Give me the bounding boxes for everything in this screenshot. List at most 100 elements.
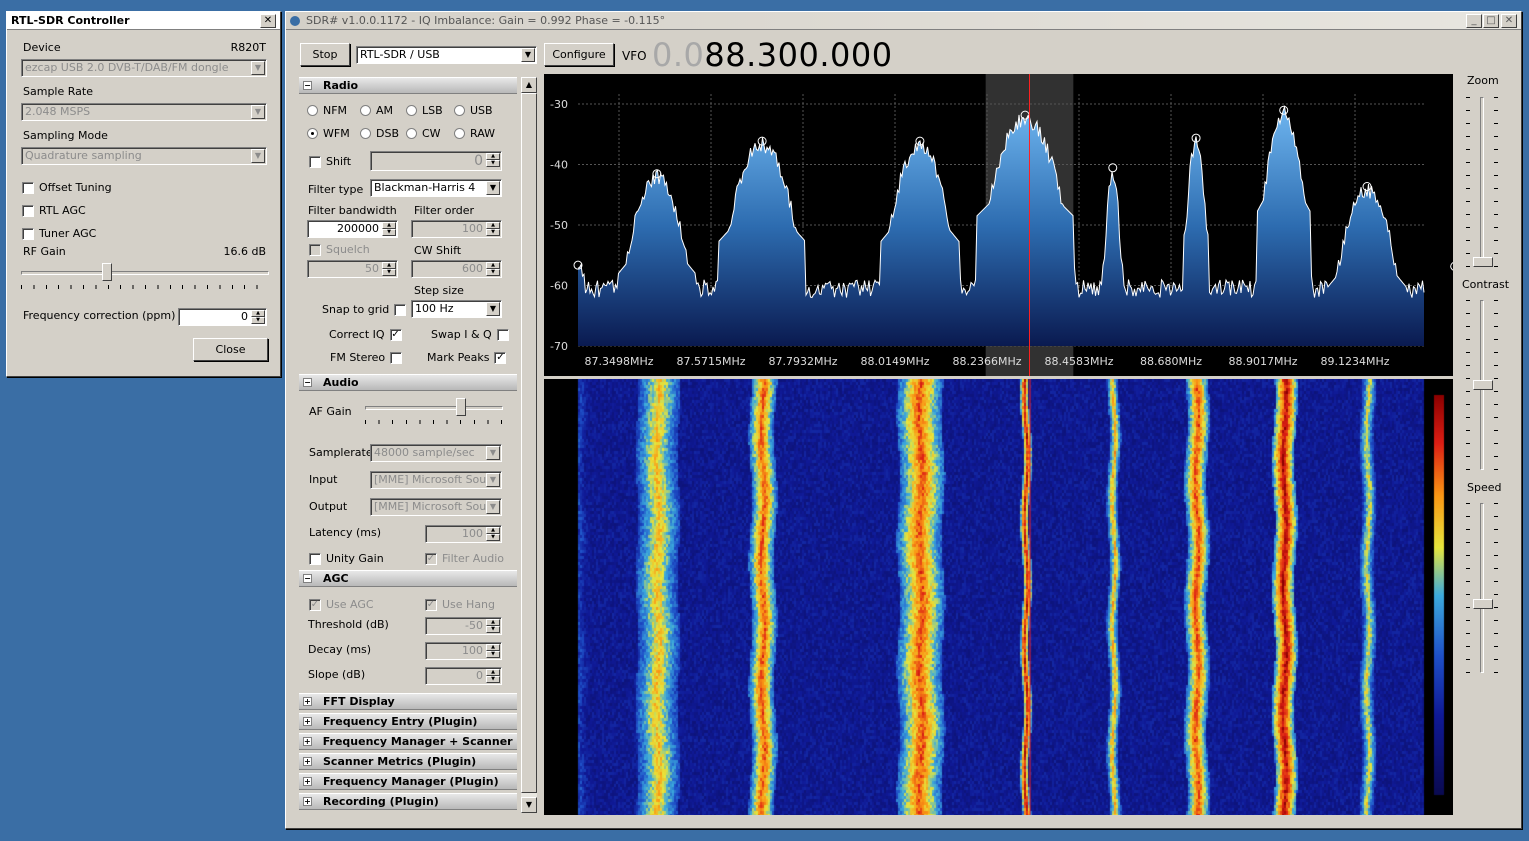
chevron-down-icon[interactable]: ▼ [486,500,500,514]
contrast-slider[interactable] [1466,300,1498,470]
chevron-down-icon[interactable]: ▼ [486,473,500,487]
agc-section-header[interactable]: − AGC [299,570,517,587]
waterfall-display[interactable] [544,379,1453,815]
latency-input[interactable]: 100 ▲ ▼ [425,525,502,543]
chevron-down-icon[interactable]: ▼ [486,446,500,460]
filter-order-input[interactable]: 100 ▲ ▼ [411,220,502,238]
squelch-checkbox[interactable]: Squelch [309,243,370,256]
cw-shift-input[interactable]: 600 ▲ ▼ [411,260,502,278]
expand-icon[interactable]: + [303,737,312,746]
use-hang-checkbox[interactable]: ✓ Use Hang [425,598,495,611]
plugin-scanner-metrics[interactable]: + Scanner Metrics (Plugin) [299,753,517,770]
rf-gain-slider[interactable] [21,263,269,289]
sampling-mode-select[interactable]: Quadrature sampling ▼ [21,147,267,165]
expand-icon[interactable]: + [303,777,312,786]
snap-to-grid-checkbox[interactable]: Snap to grid [322,303,407,316]
zoom-thumb[interactable] [1473,257,1493,267]
spin-icon[interactable]: ▲ ▼ [486,644,500,658]
shift-input[interactable]: 0 ▲ ▼ [370,151,502,171]
samplerate-select[interactable]: 48000 sample/sec ▼ [370,444,502,462]
zoom-slider[interactable] [1466,97,1498,267]
close-icon[interactable]: ✕ [1501,13,1517,28]
correct-iq-checkbox[interactable]: Correct IQ ✓ [329,328,402,341]
spin-icon[interactable]: ▲ ▼ [486,222,500,236]
scroll-thumb[interactable] [521,93,537,793]
main-titlebar[interactable]: SDR# v1.0.0.1172 - IQ Imbalance: Gain = … [286,12,1521,30]
spin-icon[interactable]: ▲ ▼ [486,619,500,633]
freq-corr-input[interactable]: 0 ▲ ▼ [178,308,267,326]
source-select[interactable]: RTL-SDR / USB ▼ [356,46,537,64]
swap-iq-checkbox[interactable]: Swap I & Q [431,328,509,341]
minimize-icon[interactable]: _ [1466,13,1482,28]
unity-gain-checkbox[interactable]: Unity Gain [309,552,384,565]
rtl-sdr-titlebar[interactable]: RTL-SDR Controller ✕ [7,12,280,30]
expand-icon[interactable]: + [303,757,312,766]
mode-lsb[interactable]: LSB [406,104,443,117]
spin-icon[interactable]: ▲ ▼ [382,262,396,276]
spin-icon[interactable]: ▲ ▼ [486,262,500,276]
mode-dsb[interactable]: DSB [360,127,399,140]
plugin-frequency-entry[interactable]: + Frequency Entry (Plugin) [299,713,517,730]
close-button[interactable]: Close [193,338,268,361]
collapse-icon[interactable]: − [303,81,312,90]
rf-gain-thumb[interactable] [101,263,112,281]
configure-button[interactable]: Configure [544,43,614,66]
step-size-select[interactable]: 100 Hz ▼ [411,300,502,318]
expand-icon[interactable]: + [303,797,312,806]
fm-stereo-checkbox[interactable]: FM Stereo [330,351,403,364]
threshold-input[interactable]: -50 ▲ ▼ [425,617,502,635]
speed-thumb[interactable] [1473,599,1493,609]
rtl-agc-checkbox[interactable]: RTL AGC [22,204,86,217]
chevron-down-icon[interactable]: ▼ [251,61,265,75]
chevron-down-icon[interactable]: ▼ [521,48,535,62]
mode-usb[interactable]: USB [454,104,493,117]
plugin-frequency-manager[interactable]: + Frequency Manager (Plugin) [299,773,517,790]
collapse-icon[interactable]: − [303,574,312,583]
stop-button[interactable]: Stop [300,43,350,66]
spin-icon[interactable]: ▲ ▼ [251,310,265,324]
maximize-icon[interactable]: □ [1483,13,1499,28]
chevron-down-icon[interactable]: ▼ [486,302,500,316]
plugin-fft-display[interactable]: + FFT Display [299,693,517,710]
vfo-display[interactable]: 0.088.300.000 [652,36,893,74]
expand-icon[interactable]: + [303,697,312,706]
mode-cw[interactable]: CW [406,127,441,140]
plugin-recording[interactable]: + Recording (Plugin) [299,793,517,810]
output-select[interactable]: [MME] Microsoft Sound ▼ [370,498,502,516]
mode-wfm[interactable]: WFM [307,127,350,140]
input-select[interactable]: [MME] Microsoft Sound ▼ [370,471,502,489]
contrast-thumb[interactable] [1473,380,1493,390]
collapse-icon[interactable]: − [303,378,312,387]
chevron-down-icon[interactable]: ▼ [251,149,265,163]
spectrum-display[interactable]: -30 -40 -50 -60 -70 87.3498MHz 87.5715MHz 87.79… [544,74,1453,376]
radio-section-header[interactable]: − Radio [299,77,517,94]
tuner-agc-checkbox[interactable]: Tuner AGC [22,227,96,240]
af-gain-thumb[interactable] [455,398,466,416]
spin-icon[interactable]: ▲ ▼ [486,527,500,541]
spin-icon[interactable]: ▲ ▼ [486,669,500,683]
plugin-frequency-manager-scanner[interactable]: + Frequency Manager + Scanner (Plug [299,733,517,750]
decay-input[interactable]: 100 ▲ ▼ [425,642,502,660]
use-agc-checkbox[interactable]: ✓ Use AGC [309,598,374,611]
spin-icon[interactable]: ▲ ▼ [486,153,500,167]
af-gain-slider[interactable] [365,398,503,424]
chevron-down-icon[interactable]: ▼ [486,181,500,195]
device-select[interactable]: ezcap USB 2.0 DVB-T/DAB/FM dongle ▼ [21,59,267,77]
panel-scrollbar[interactable]: ▲ ▼ [521,77,537,813]
expand-icon[interactable]: + [303,717,312,726]
shift-checkbox[interactable]: Shift [309,155,351,168]
scroll-down-icon[interactable]: ▼ [521,797,537,813]
slope-input[interactable]: 0 ▲ ▼ [425,667,502,685]
spin-icon[interactable]: ▲ ▼ [382,222,396,236]
chevron-down-icon[interactable]: ▼ [251,105,265,119]
sample-rate-select[interactable]: 2.048 MSPS ▼ [21,103,267,121]
mode-raw[interactable]: RAW [454,127,495,140]
filter-bw-input[interactable]: 200000 ▲ ▼ [307,220,398,238]
scroll-up-icon[interactable]: ▲ [521,77,537,93]
speed-slider[interactable] [1466,503,1498,673]
offset-tuning-checkbox[interactable]: Offset Tuning [22,181,112,194]
audio-section-header[interactable]: − Audio [299,374,517,391]
filter-audio-checkbox[interactable]: ✓ Filter Audio [425,552,504,565]
filter-type-select[interactable]: Blackman-Harris 4 ▼ [370,179,502,197]
mode-am[interactable]: AM [360,104,393,117]
